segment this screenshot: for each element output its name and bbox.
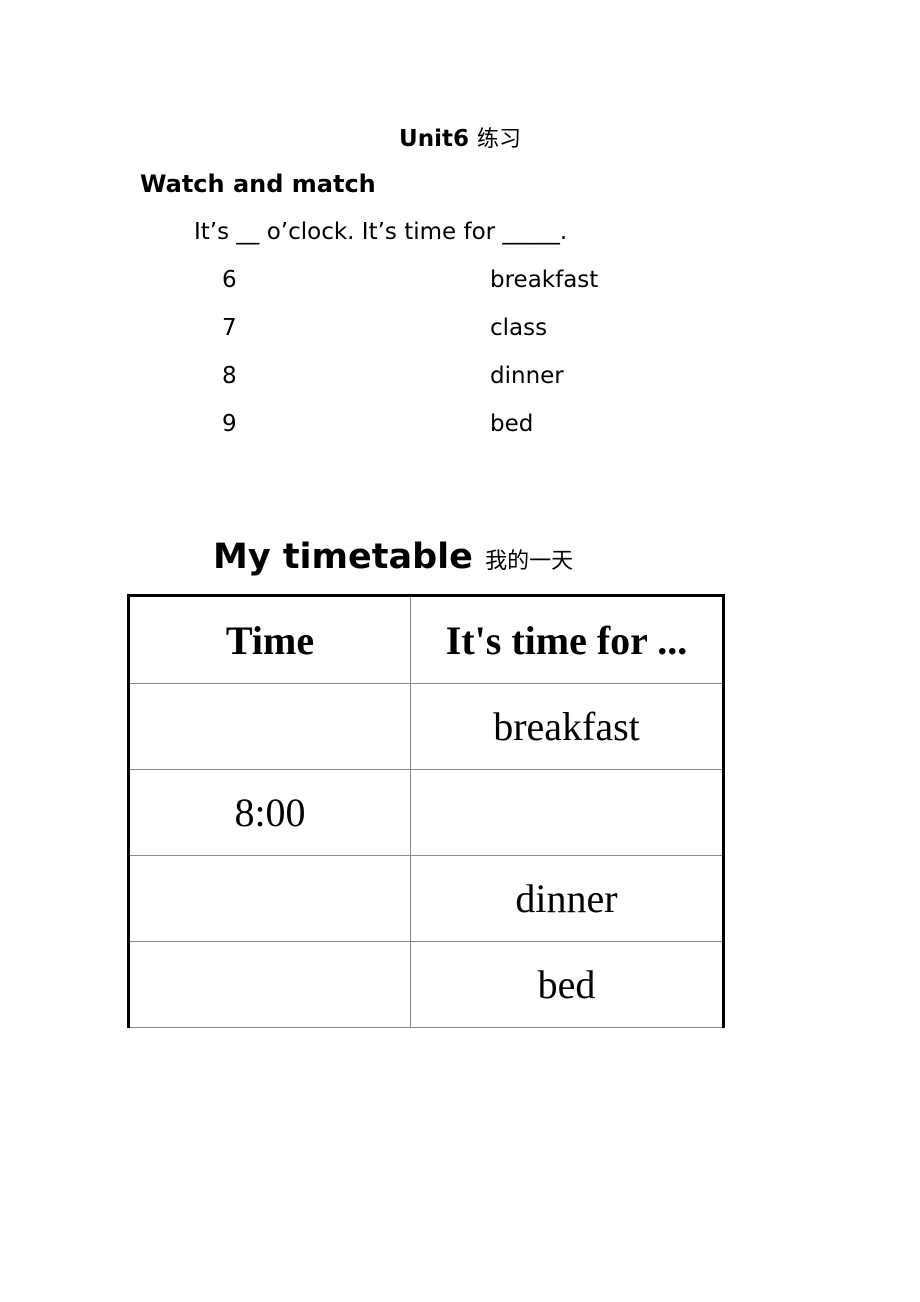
worksheet-title: Unit6 练习 xyxy=(0,121,920,153)
section-heading: Watch and match xyxy=(140,170,376,198)
match-number: 8 xyxy=(222,363,237,389)
column-header-time: Time xyxy=(128,595,411,684)
column-header-activity: It's time for ... xyxy=(410,595,724,684)
match-activity: breakfast xyxy=(490,267,599,293)
table-header-row: Time It's time for ... xyxy=(128,595,724,684)
time-cell[interactable] xyxy=(128,683,411,770)
table-row: 8:00 xyxy=(128,769,724,856)
title-text: Unit6 xyxy=(399,126,469,152)
table-row: breakfast xyxy=(128,683,724,770)
title-cn-text: 练习 xyxy=(476,127,521,152)
match-number: 7 xyxy=(222,315,237,341)
time-cell[interactable] xyxy=(128,941,411,1028)
activity-cell[interactable] xyxy=(410,769,724,856)
match-activity: class xyxy=(490,315,548,341)
match-number: 9 xyxy=(222,411,237,437)
timetable-title-cn: 我的一天 xyxy=(485,549,574,574)
match-number: 6 xyxy=(222,267,237,293)
time-cell: 8:00 xyxy=(128,769,411,856)
activity-cell: breakfast xyxy=(410,683,724,770)
table-row: dinner xyxy=(128,855,724,942)
timetable-title: My timetable 我的一天 xyxy=(213,537,573,577)
match-activity: dinner xyxy=(490,363,564,389)
timetable-title-text: My timetable xyxy=(213,537,473,577)
table-row: bed xyxy=(128,941,724,1028)
match-activity: bed xyxy=(490,411,534,437)
activity-cell: dinner xyxy=(410,855,724,942)
activity-cell: bed xyxy=(410,941,724,1028)
time-cell[interactable] xyxy=(128,855,411,942)
sentence-pattern: It’s __ o’clock. It’s time for _____. xyxy=(194,219,568,245)
timetable-table: Time It's time for ... breakfast 8:00 di… xyxy=(127,594,725,1028)
